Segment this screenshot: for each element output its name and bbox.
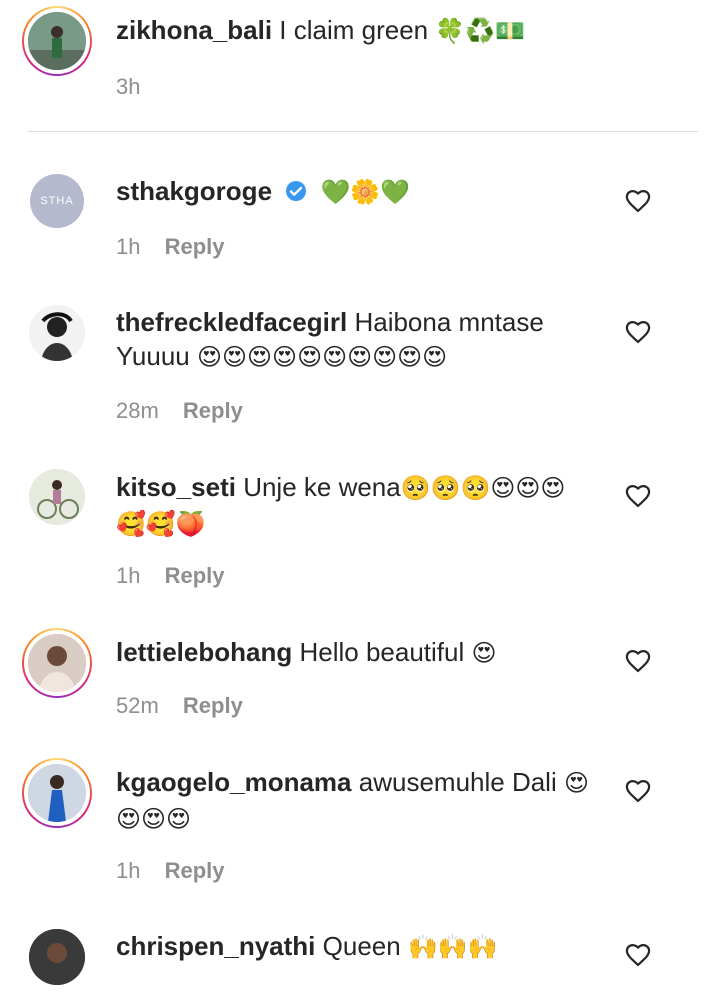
comment-username[interactable]: kgaogelo_monama (116, 767, 352, 797)
comment-text: Haibona mntase (354, 307, 544, 337)
avatar[interactable] (22, 758, 92, 828)
comment-time: 1h (116, 234, 141, 259)
comment-text: Queen (322, 931, 401, 961)
reply-button[interactable]: Reply (183, 693, 243, 718)
comment-username[interactable]: lettielebohang (116, 637, 292, 667)
comment-username[interactable]: sthakgoroge (116, 176, 272, 206)
comment-username[interactable]: chrispen_nyathi (116, 931, 315, 961)
comment-time: 3h (116, 74, 141, 99)
comment-text: awusemuhle Dali (358, 767, 557, 797)
reply-button[interactable]: Reply (183, 398, 243, 423)
comment-emoji-line2: 🥰🥰🍑 (116, 511, 206, 538)
heart-icon[interactable] (624, 187, 652, 215)
heart-icon[interactable] (624, 941, 652, 969)
comment-text-line2: Yuuuu (116, 341, 190, 371)
reply-button[interactable]: Reply (165, 563, 225, 588)
avatar[interactable] (22, 922, 92, 992)
comment-emoji: 🥺🥺🥺😍😍😍 (400, 475, 566, 502)
verified-badge-icon (285, 176, 307, 210)
comment-time: 28m (116, 398, 159, 423)
comment-time: 52m (116, 693, 159, 718)
comment-time: 1h (116, 563, 141, 588)
avatar[interactable] (22, 628, 92, 698)
heart-icon[interactable] (624, 777, 652, 805)
comment-username[interactable]: kitso_seti (116, 472, 236, 502)
reply-button[interactable]: Reply (165, 858, 225, 883)
comment-username[interactable]: thefreckledfacegirl (116, 307, 347, 337)
comment-emoji: 🙌🙌🙌 (407, 934, 498, 961)
comment-text: Hello beautiful (299, 637, 465, 667)
comment-emoji: 😍 (563, 770, 589, 797)
avatar[interactable] (22, 462, 92, 532)
comment-emoji: 💚🌼💚 (320, 179, 411, 206)
divider (28, 131, 698, 132)
comment-emoji: 😍😍😍😍😍😍😍😍😍😍 (196, 344, 448, 371)
avatar-initials: STHA (30, 174, 84, 228)
comment-text: Unje ke wena (243, 472, 401, 502)
comment-username[interactable]: zikhona_bali (116, 15, 272, 45)
heart-icon[interactable] (624, 318, 652, 346)
comment-text: I claim green (279, 15, 429, 45)
avatar[interactable] (22, 298, 92, 368)
avatar[interactable] (22, 6, 92, 76)
comment-emoji-line2: 😍😍😍 (116, 806, 192, 833)
heart-icon[interactable] (624, 647, 652, 675)
comment-time: 1h (116, 858, 141, 883)
reply-button[interactable]: Reply (165, 234, 225, 259)
comment-emoji: 🍀♻️💵 (435, 18, 526, 45)
heart-icon[interactable] (624, 482, 652, 510)
comment-emoji: 😍 (471, 640, 497, 667)
avatar[interactable]: STHA (22, 166, 92, 236)
